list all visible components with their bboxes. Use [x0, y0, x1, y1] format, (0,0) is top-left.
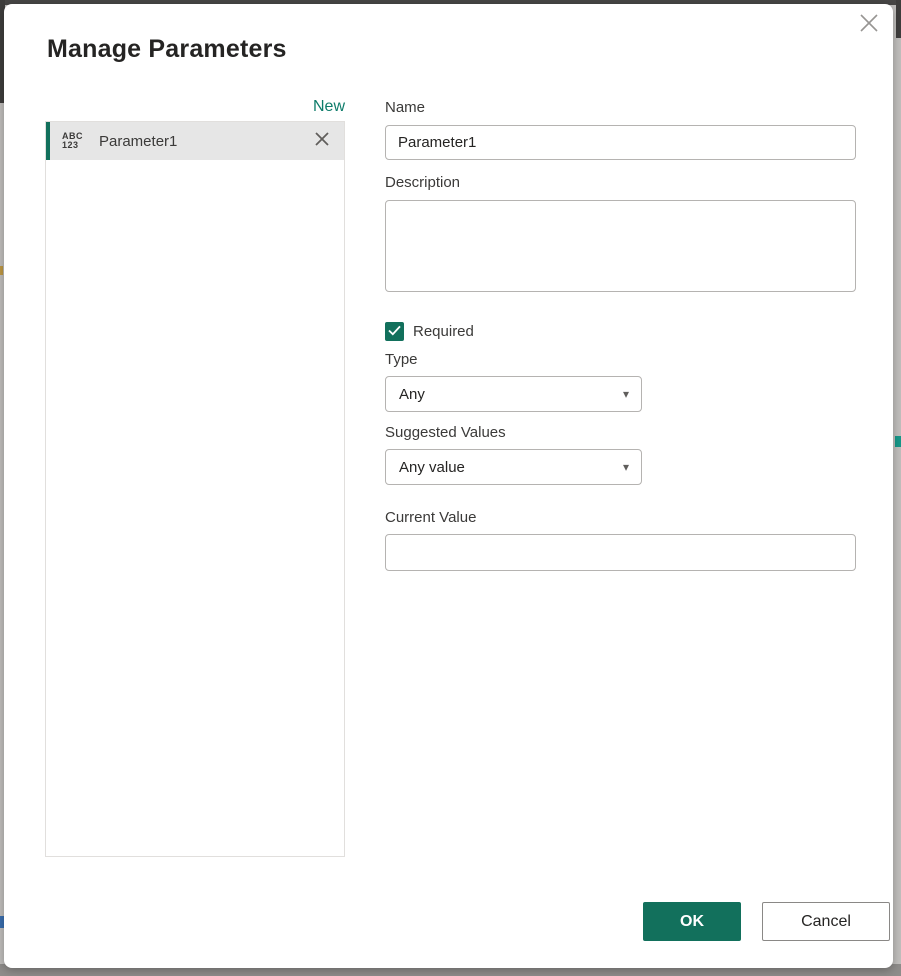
- delete-parameter-button[interactable]: [312, 131, 332, 151]
- x-icon: [314, 131, 330, 152]
- parameter-list-item[interactable]: ABC 123 Parameter1: [46, 122, 344, 160]
- name-label: Name: [385, 99, 426, 116]
- suggested-values-dropdown-value: Any value: [399, 458, 465, 476]
- check-icon: [388, 323, 401, 341]
- required-checkbox-row[interactable]: Required: [385, 322, 474, 341]
- description-label: Description: [385, 174, 461, 191]
- parameter-item-label: Parameter1: [99, 132, 178, 150]
- dialog-title: Manage Parameters: [47, 35, 287, 63]
- chevron-down-icon: ▾: [622, 387, 629, 401]
- ok-button[interactable]: OK: [643, 902, 741, 941]
- type-label: Type: [385, 351, 418, 368]
- selected-accent-bar: [46, 122, 50, 160]
- current-value-input[interactable]: [385, 534, 856, 571]
- backdrop-artifact: [895, 436, 901, 447]
- backdrop-artifact: [0, 266, 3, 275]
- description-textarea[interactable]: [385, 200, 856, 292]
- suggested-values-label: Suggested Values: [385, 424, 506, 441]
- manage-parameters-dialog: Manage Parameters New ABC 123 Parameter1…: [4, 4, 893, 968]
- required-label: Required: [413, 323, 474, 340]
- suggested-values-dropdown[interactable]: Any value ▾: [385, 449, 642, 485]
- name-input[interactable]: [385, 125, 856, 160]
- cancel-button[interactable]: Cancel: [762, 902, 890, 941]
- close-icon: [858, 12, 880, 39]
- parameter-list-panel: ABC 123 Parameter1: [45, 121, 345, 857]
- close-button[interactable]: [856, 12, 882, 38]
- required-checkbox[interactable]: [385, 322, 404, 341]
- chevron-down-icon: ▾: [622, 460, 629, 474]
- current-value-label: Current Value: [385, 509, 477, 526]
- any-type-icon: ABC 123: [62, 131, 83, 150]
- backdrop-right-strip: [896, 0, 901, 38]
- type-dropdown-value: Any: [399, 385, 425, 403]
- new-parameter-link[interactable]: New: [45, 98, 345, 116]
- type-dropdown[interactable]: Any ▾: [385, 376, 642, 412]
